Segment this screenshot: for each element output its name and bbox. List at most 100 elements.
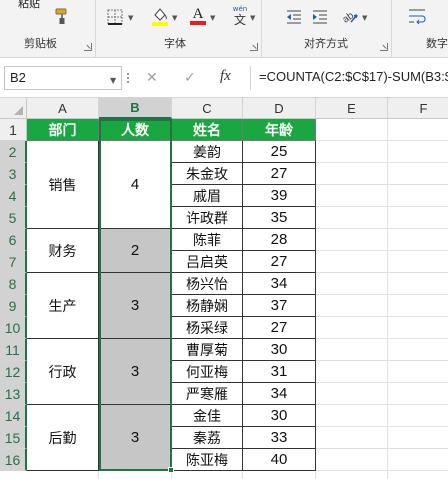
department-cell[interactable]: 生产 bbox=[27, 273, 99, 339]
number-group: 数字 bbox=[392, 0, 448, 58]
row-header-11[interactable]: 11 bbox=[0, 339, 27, 361]
column-header-e[interactable]: E bbox=[316, 98, 388, 119]
count-cell[interactable]: 3 bbox=[99, 405, 172, 471]
name-cell[interactable]: 杨采绿 bbox=[172, 317, 243, 339]
formula-bar-splitter[interactable] bbox=[126, 71, 130, 85]
name-box-dropdown-icon[interactable]: ▼ bbox=[110, 76, 116, 85]
column-header-f[interactable]: F bbox=[388, 98, 448, 119]
column-header-d[interactable]: D bbox=[243, 98, 316, 119]
font-color-dropdown-icon[interactable]: ▼ bbox=[210, 14, 215, 22]
age-cell[interactable]: 34 bbox=[243, 273, 316, 295]
name-cell[interactable]: 戚眉 bbox=[172, 185, 243, 207]
fill-color-dropdown-icon[interactable]: ▼ bbox=[172, 14, 177, 22]
header-cell-c[interactable]: 姓名 bbox=[172, 119, 243, 141]
count-cell[interactable]: 2 bbox=[99, 229, 172, 273]
age-cell[interactable]: 31 bbox=[243, 361, 316, 383]
insert-function-icon[interactable]: fx bbox=[220, 68, 231, 85]
age-cell[interactable]: 39 bbox=[243, 185, 316, 207]
name-cell[interactable]: 杨静娴 bbox=[172, 295, 243, 317]
age-cell[interactable]: 34 bbox=[243, 383, 316, 405]
row-header-10[interactable]: 10 bbox=[0, 317, 27, 339]
count-cell[interactable]: 3 bbox=[99, 339, 172, 405]
column-header-b[interactable]: B bbox=[99, 98, 172, 119]
decrease-indent-icon[interactable] bbox=[284, 8, 304, 26]
row-header-1[interactable]: 1 bbox=[0, 119, 27, 141]
increase-indent-icon[interactable] bbox=[310, 8, 330, 26]
name-cell[interactable]: 朱金玫 bbox=[172, 163, 243, 185]
row-header-15[interactable]: 15 bbox=[0, 427, 27, 449]
row-header-2[interactable]: 2 bbox=[0, 141, 27, 163]
age-cell[interactable]: 25 bbox=[243, 141, 316, 163]
font-launcher-icon[interactable] bbox=[250, 43, 258, 51]
row-header-13[interactable]: 13 bbox=[0, 383, 27, 405]
name-cell[interactable]: 金佳 bbox=[172, 405, 243, 427]
department-cell[interactable]: 销售 bbox=[27, 141, 99, 229]
age-cell[interactable]: 37 bbox=[243, 295, 316, 317]
row-header-12[interactable]: 12 bbox=[0, 361, 27, 383]
svg-text:A: A bbox=[193, 6, 204, 22]
name-cell[interactable]: 吕启英 bbox=[172, 251, 243, 273]
department-cell[interactable]: 行政 bbox=[27, 339, 99, 405]
font-group: ▼ ▼ A ▼ wén 文 ▼ 字体 bbox=[96, 0, 262, 58]
paste-button[interactable]: 粘贴 bbox=[12, 0, 46, 10]
enter-icon[interactable]: ✓ bbox=[184, 70, 196, 86]
header-cell-d[interactable]: 年龄 bbox=[243, 119, 316, 141]
alignment-label: 对齐方式 bbox=[304, 37, 348, 50]
name-cell[interactable]: 陈菲 bbox=[172, 229, 243, 251]
name-cell[interactable]: 陈亚梅 bbox=[172, 449, 243, 471]
cancel-icon[interactable]: ✕ bbox=[146, 70, 158, 86]
borders-dropdown-icon[interactable]: ▼ bbox=[128, 14, 133, 22]
count-cell[interactable]: 3 bbox=[99, 273, 172, 339]
phonetic-dropdown-icon[interactable]: ▼ bbox=[250, 14, 255, 22]
column-header-c[interactable]: C bbox=[172, 98, 243, 119]
orientation-dropdown-icon[interactable]: ▼ bbox=[362, 14, 367, 22]
phonetic-char-text: 文 bbox=[233, 13, 246, 27]
row-header-16[interactable]: 16 bbox=[0, 449, 27, 471]
clipboard-launcher-icon[interactable] bbox=[84, 43, 92, 51]
department-cell[interactable]: 后勤 bbox=[27, 405, 99, 471]
select-all-button[interactable] bbox=[0, 98, 27, 119]
age-cell[interactable]: 27 bbox=[243, 163, 316, 185]
alignment-launcher-icon[interactable] bbox=[380, 43, 388, 51]
wrap-text-icon[interactable] bbox=[406, 6, 428, 26]
name-cell[interactable]: 杨兴怡 bbox=[172, 273, 243, 295]
name-cell[interactable]: 秦荔 bbox=[172, 427, 243, 449]
orientation-icon[interactable]: ab bbox=[338, 6, 360, 26]
age-cell[interactable]: 33 bbox=[243, 427, 316, 449]
name-box[interactable]: B2 bbox=[4, 66, 122, 90]
name-cell[interactable]: 曹厚菊 bbox=[172, 339, 243, 361]
ribbon: 粘贴 剪贴板 ▼ ▼ A ▼ wén 文 ▼ 字体 ab ▼ 对齐方式 数字 bbox=[0, 0, 448, 58]
row-header-14[interactable]: 14 bbox=[0, 405, 27, 427]
header-cell-b[interactable]: 人数 bbox=[99, 119, 172, 141]
phonetic-guide-icon[interactable]: wén 文 bbox=[228, 4, 252, 28]
row-header-9[interactable]: 9 bbox=[0, 295, 27, 317]
age-cell[interactable]: 30 bbox=[243, 339, 316, 361]
row-header-8[interactable]: 8 bbox=[0, 273, 27, 295]
font-color-icon[interactable]: A bbox=[188, 4, 208, 26]
age-cell[interactable]: 35 bbox=[243, 207, 316, 229]
age-cell[interactable]: 30 bbox=[243, 405, 316, 427]
row-header-4[interactable]: 4 bbox=[0, 185, 27, 207]
borders-icon[interactable] bbox=[106, 8, 124, 26]
age-cell[interactable]: 40 bbox=[243, 449, 316, 471]
fill-handle[interactable] bbox=[168, 467, 174, 473]
age-cell[interactable]: 27 bbox=[243, 251, 316, 273]
age-cell[interactable]: 28 bbox=[243, 229, 316, 251]
row-header-7[interactable]: 7 bbox=[0, 251, 27, 273]
format-painter-icon[interactable] bbox=[52, 6, 72, 26]
fill-color-icon[interactable] bbox=[150, 6, 170, 26]
header-cell-a[interactable]: 部门 bbox=[27, 119, 99, 141]
name-cell[interactable]: 何亚梅 bbox=[172, 361, 243, 383]
row-header-5[interactable]: 5 bbox=[0, 207, 27, 229]
name-cell[interactable]: 姜韵 bbox=[172, 141, 243, 163]
count-cell[interactable]: 4 bbox=[99, 141, 172, 229]
column-header-a[interactable]: A bbox=[27, 98, 99, 119]
name-cell[interactable]: 许政群 bbox=[172, 207, 243, 229]
row-header-3[interactable]: 3 bbox=[0, 163, 27, 185]
gridline-v bbox=[387, 119, 388, 479]
age-cell[interactable]: 27 bbox=[243, 317, 316, 339]
department-cell[interactable]: 财务 bbox=[27, 229, 99, 273]
row-header-6[interactable]: 6 bbox=[0, 229, 27, 251]
name-cell[interactable]: 严寒雁 bbox=[172, 383, 243, 405]
formula-input[interactable]: =COUNTA(C2:$C$17)-SUM(B3:$ bbox=[250, 66, 448, 90]
